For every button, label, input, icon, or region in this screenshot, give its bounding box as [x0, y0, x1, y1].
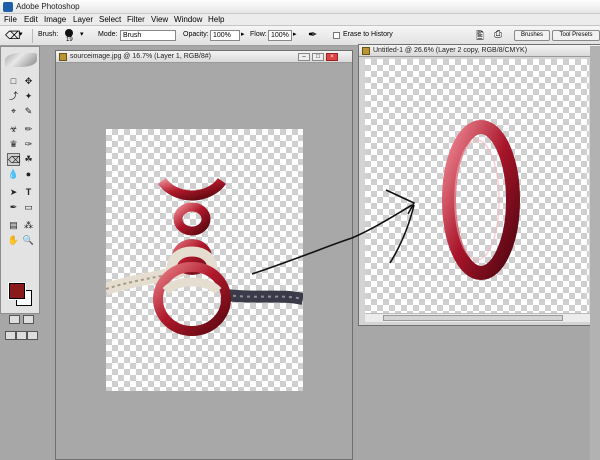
screen-mode-full-menu-icon[interactable]: [16, 331, 27, 340]
mode-select[interactable]: Brush: [120, 30, 176, 41]
flow-label: Flow:: [250, 31, 267, 38]
move-tool-icon[interactable]: ✥: [22, 75, 35, 88]
erase-history-label: Erase to History: [343, 31, 393, 38]
blur-tool-icon[interactable]: 💧: [7, 168, 20, 181]
toolbox: □ ✥ ⤴ ✦ ⌖ ✎ ☣ ✏ ♛ ✑ ⌫ ☘ 💧 ● ➤ T ✒ ▭ ▤ ⁂ …: [0, 46, 40, 340]
zoom-tool-icon[interactable]: 🔍: [22, 234, 35, 247]
brush-tool-icon[interactable]: ✏: [22, 123, 35, 136]
shape-tool-icon[interactable]: ▭: [22, 201, 35, 214]
airbrush-icon[interactable]: ✒: [308, 28, 317, 41]
lasso-tool-icon[interactable]: ⤴: [7, 90, 20, 103]
source-window-title-bar[interactable]: sourceimage.jpg @ 16.7% (Layer 1, RGB/8#…: [56, 51, 352, 63]
menu-bar: File Edit Image Layer Select Filter View…: [0, 14, 600, 26]
opacity-input[interactable]: 100%: [210, 30, 240, 41]
standard-mode-icon[interactable]: [9, 315, 20, 324]
source-window-title: sourceimage.jpg @ 16.7% (Layer 1, RGB/8#…: [70, 53, 211, 60]
options-separator: [32, 29, 33, 43]
screen-mode-full-icon[interactable]: [27, 331, 38, 340]
right-panel-edge: [590, 46, 600, 460]
menu-file[interactable]: File: [4, 15, 17, 24]
source-canvas[interactable]: [106, 129, 303, 391]
dodge-tool-icon[interactable]: ●: [22, 168, 35, 181]
horizontal-scrollbar[interactable]: [365, 313, 590, 322]
hand-tool-icon[interactable]: ✋: [7, 234, 20, 247]
maximize-button[interactable]: □: [312, 53, 324, 61]
menu-filter[interactable]: Filter: [127, 15, 145, 24]
tool-preset-chevron-down-icon[interactable]: ▾: [19, 30, 23, 38]
untitled-window[interactable]: Untitled-1 @ 26.6% (Layer 2 copy, RGB/8/…: [358, 44, 600, 326]
notes-tool-icon[interactable]: ▤: [7, 219, 20, 232]
marquee-tool-icon[interactable]: □: [7, 75, 20, 88]
menu-window[interactable]: Window: [174, 15, 202, 24]
eraser-tool-icon[interactable]: ⌫: [7, 153, 21, 166]
document-icon: [59, 53, 67, 61]
adobe-feather-icon[interactable]: [5, 53, 37, 67]
foreground-color-swatch[interactable]: [8, 282, 26, 300]
tab-brushes[interactable]: Brushes: [514, 30, 550, 41]
panel-well: Brushes Tool Presets: [508, 27, 600, 43]
quick-mask-mode-icon[interactable]: [23, 315, 34, 324]
crop-tool-icon[interactable]: ⌖: [7, 105, 20, 118]
clone-stamp-tool-icon[interactable]: ♛: [7, 138, 20, 151]
menu-layer[interactable]: Layer: [73, 15, 93, 24]
flow-input[interactable]: 100%: [268, 30, 292, 41]
flow-arrow-icon[interactable]: ▸: [293, 30, 297, 38]
eyedropper-tool-icon[interactable]: ⁂: [22, 219, 35, 232]
print-icon[interactable]: ⎙: [494, 29, 502, 40]
horizontal-scroll-thumb[interactable]: [383, 315, 563, 321]
menu-select[interactable]: Select: [99, 15, 121, 24]
healing-brush-tool-icon[interactable]: ☣: [7, 123, 20, 136]
untitled-canvas[interactable]: [365, 59, 589, 313]
pen-tool-icon[interactable]: ✒: [7, 201, 20, 214]
red-ring-image: [442, 120, 520, 280]
untitled-window-title-bar[interactable]: Untitled-1 @ 26.6% (Layer 2 copy, RGB/8/…: [359, 45, 600, 57]
brush-tip-icon[interactable]: [65, 29, 73, 37]
brush-size: 19: [66, 37, 73, 43]
magic-wand-tool-icon[interactable]: ✦: [22, 90, 35, 103]
brush-label: Brush:: [38, 31, 59, 38]
app-title-bar: Adobe Photoshop: [0, 0, 600, 14]
opacity-label: Opacity:: [183, 31, 209, 38]
app-title: Adobe Photoshop: [16, 2, 80, 11]
tab-tool-presets[interactable]: Tool Presets: [552, 30, 600, 41]
minimize-button[interactable]: –: [298, 53, 310, 61]
photoshop-icon: [3, 2, 13, 12]
brush-chevron-down-icon[interactable]: ▾: [80, 30, 84, 38]
menu-help[interactable]: Help: [208, 15, 224, 24]
source-image-window[interactable]: sourceimage.jpg @ 16.7% (Layer 1, RGB/8#…: [55, 50, 353, 460]
rope-and-rings-image: [106, 177, 303, 336]
mode-label: Mode:: [98, 31, 118, 38]
erase-history-checkbox[interactable]: [333, 32, 340, 39]
slice-tool-icon[interactable]: ✎: [22, 105, 35, 118]
history-brush-tool-icon[interactable]: ✑: [22, 138, 35, 151]
menu-image[interactable]: Image: [44, 15, 66, 24]
menu-view[interactable]: View: [151, 15, 168, 24]
close-button[interactable]: ×: [326, 53, 338, 61]
screen-mode-standard-icon[interactable]: [5, 331, 16, 340]
menu-edit[interactable]: Edit: [24, 15, 38, 24]
document-icon: [362, 47, 370, 55]
untitled-window-title: Untitled-1 @ 26.6% (Layer 2 copy, RGB/8/…: [373, 47, 528, 54]
type-tool-icon[interactable]: T: [22, 186, 35, 199]
paint-bucket-tool-icon[interactable]: ☘: [22, 153, 35, 166]
opacity-arrow-icon[interactable]: ▸: [241, 30, 245, 38]
path-selection-tool-icon[interactable]: ➤: [7, 186, 20, 199]
